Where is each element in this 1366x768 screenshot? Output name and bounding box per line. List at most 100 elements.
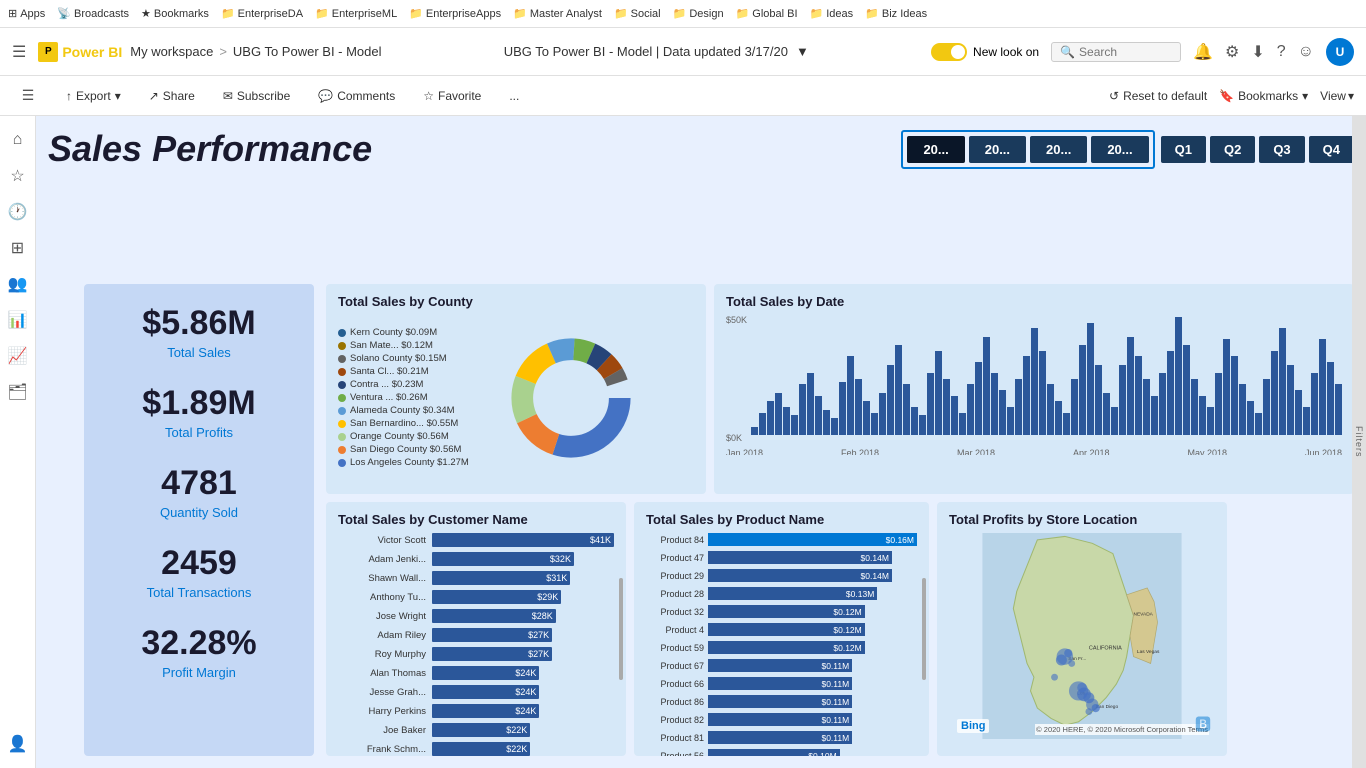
sidebar-metrics-icon[interactable]: 📈 — [2, 340, 34, 372]
product-bar-value: $0.12M — [833, 643, 861, 653]
more-button[interactable]: ... — [503, 85, 525, 107]
toolbar-menu-icon[interactable]: ☰ — [12, 80, 44, 112]
svg-text:NEVADA: NEVADA — [1134, 611, 1154, 617]
subscribe-label: Subscribe — [237, 89, 290, 103]
customer-chart-panel[interactable]: Total Sales by Customer Name Victor Scot… — [326, 502, 626, 756]
date-bar — [1335, 384, 1342, 435]
date-chart-panel[interactable]: Total Sales by Date $50K $0K Jan 2018 Fe… — [714, 284, 1354, 494]
product-scroll-indicator[interactable] — [922, 578, 926, 680]
bookmarks-apps[interactable]: ⊞ Apps — [8, 7, 45, 20]
sidebar-shared-icon[interactable]: 👥 — [2, 268, 34, 300]
scroll-indicator[interactable] — [619, 578, 623, 680]
workspace-link[interactable]: My workspace — [130, 44, 213, 59]
customer-bar-fill: $22K — [432, 723, 530, 737]
sidebar-explore-icon[interactable]: 📊 — [2, 304, 34, 336]
filters-panel-handle[interactable]: Filters — [1352, 116, 1366, 768]
year-btn-1[interactable]: 20... — [907, 136, 964, 163]
date-bar — [831, 418, 838, 435]
toolbar: ☰ ↑ Export ▾ ↗ Share ✉ Subscribe 💬 Comme… — [0, 76, 1366, 116]
bookmarks-broadcasts[interactable]: 📡 Broadcasts — [57, 7, 129, 20]
product-bar-track: $0.12M — [708, 641, 917, 654]
avatar[interactable]: U — [1326, 38, 1354, 66]
bookmarks-biz-ideas[interactable]: 📁 Biz Ideas — [865, 7, 927, 20]
download-icon[interactable]: ⬇ — [1251, 42, 1264, 62]
bell-icon[interactable]: 🔔 — [1193, 42, 1213, 62]
bookmarks-dropdown-button[interactable]: 🔖 Bookmarks ▾ — [1219, 89, 1308, 103]
q2-btn[interactable]: Q2 — [1210, 136, 1255, 163]
product-bar-row: Product 81 $0.11M — [646, 731, 917, 744]
bookmarks-global-bi[interactable]: 📁 Global BI — [736, 7, 798, 20]
legend-orange: Orange County $0.56M — [338, 431, 498, 442]
customer-chart-title: Total Sales by Customer Name — [338, 512, 614, 527]
sidebar-favorite-icon[interactable]: ☆ — [2, 160, 34, 192]
date-bar — [839, 382, 846, 435]
new-look-toggle[interactable] — [931, 43, 967, 61]
product-bar-track: $0.16M — [708, 533, 917, 546]
settings-icon[interactable]: ⚙ — [1225, 42, 1239, 62]
customer-bar-fill: $24K — [432, 685, 539, 699]
year-btn-3[interactable]: 20... — [1030, 136, 1087, 163]
sidebar-profile-icon[interactable]: 👤 — [2, 728, 34, 760]
reset-button[interactable]: ↺ Reset to default — [1109, 89, 1207, 103]
dropdown-icon[interactable]: ▼ — [796, 44, 809, 59]
product-bar-value: $0.16M — [886, 535, 914, 545]
date-y-min: $0K — [726, 433, 747, 443]
customer-label: Victor Scott — [338, 535, 426, 546]
date-bar — [1007, 407, 1014, 435]
donut-svg — [506, 333, 636, 463]
bookmarks-enterpriseapps[interactable]: 📁 EnterpriseApps — [409, 7, 501, 20]
date-bar — [815, 396, 822, 435]
sidebar-recent-icon[interactable]: 🕐 — [2, 196, 34, 228]
customer-bar-fill: $22K — [432, 742, 530, 756]
date-bar — [783, 407, 790, 435]
share-button[interactable]: ↗ Share — [143, 85, 201, 107]
kpi-quantity-sold: 4781 Quantity Sold — [100, 464, 298, 520]
charts-area: Total Sales by County Kern County $0.09M… — [326, 284, 1354, 756]
sidebar-home-icon[interactable]: ⌂ — [2, 124, 34, 156]
customer-bar-track: $27K — [432, 647, 614, 661]
customer-bar-row: Jesse Grah... $24K — [338, 685, 614, 699]
emoji-icon[interactable]: ☺ — [1298, 43, 1314, 61]
view-button[interactable]: View ▾ — [1320, 89, 1354, 103]
q1-btn[interactable]: Q1 — [1161, 136, 1206, 163]
sidebar-apps-icon[interactable]: ⊞ — [2, 232, 34, 264]
bookmarks-social[interactable]: 📁 Social — [614, 7, 661, 20]
product-bar-row: Product 59 $0.12M — [646, 641, 917, 654]
customer-bar-row: Victor Scott $41K — [338, 533, 614, 547]
search-input[interactable] — [1079, 45, 1179, 59]
help-icon[interactable]: ? — [1277, 43, 1286, 61]
subscribe-button[interactable]: ✉ Subscribe — [217, 85, 296, 107]
donut-legend: Kern County $0.09M San Mate... $0.12M So… — [338, 327, 498, 468]
kpi-profit-margin-label: Profit Margin — [100, 665, 298, 680]
product-bar-track: $0.13M — [708, 587, 917, 600]
bookmarks-design[interactable]: 📁 Design — [673, 7, 724, 20]
map-panel[interactable]: Total Profits by Store Location CALIFORN… — [937, 502, 1227, 756]
customer-bar-value: $27K — [528, 630, 549, 640]
q3-btn[interactable]: Q3 — [1259, 136, 1304, 163]
export-button[interactable]: ↑ Export ▾ — [60, 85, 127, 107]
product-label: Product 56 — [646, 751, 704, 757]
sidebar-workspaces-icon[interactable]: 🗂 — [2, 376, 34, 408]
customer-bar-fill: $32K — [432, 552, 574, 566]
q4-btn[interactable]: Q4 — [1309, 136, 1354, 163]
product-chart-panel[interactable]: Total Sales by Product Name Product 84 $… — [634, 502, 929, 756]
bookmarks-enterpriseml[interactable]: 📁 EnterpriseML — [315, 7, 397, 20]
comments-button[interactable]: 💬 Comments — [312, 85, 401, 107]
product-bar-fill: $0.10M — [708, 749, 840, 756]
power-bi-logo: P Power BI — [38, 42, 122, 62]
customer-label: Harry Perkins — [338, 706, 426, 717]
donut-chart-panel[interactable]: Total Sales by County Kern County $0.09M… — [326, 284, 706, 494]
bookmarks-ideas[interactable]: 📁 Ideas — [810, 7, 854, 20]
year-btn-4[interactable]: 20... — [1091, 136, 1148, 163]
year-btn-2[interactable]: 20... — [969, 136, 1026, 163]
hamburger-icon[interactable]: ☰ — [12, 42, 26, 62]
favorite-button[interactable]: ☆ Favorite — [417, 85, 487, 107]
bookmarks-enterprisedna[interactable]: 📁 EnterpriseDA — [221, 7, 303, 20]
bookmarks-bookmarks[interactable]: ★ Bookmarks — [141, 7, 209, 20]
search-box[interactable]: 🔍 — [1051, 42, 1181, 62]
date-bar — [1167, 351, 1174, 435]
bookmarks-master-analyst[interactable]: 📁 Master Analyst — [513, 7, 602, 20]
kpi-total-transactions: 2459 Total Transactions — [100, 544, 298, 600]
date-bar — [1143, 379, 1150, 435]
page-title[interactable]: UBG To Power BI - Model — [233, 44, 382, 59]
